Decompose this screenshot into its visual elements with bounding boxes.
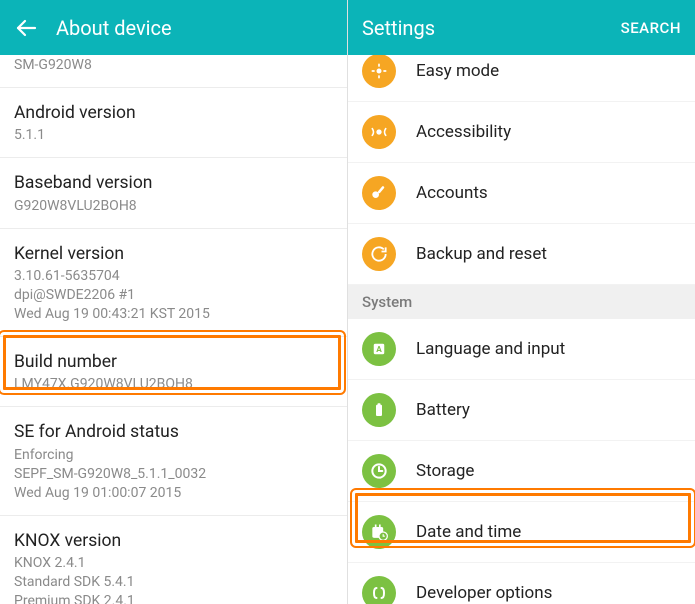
about-device-panel: About device Model number SM-G920W8 Andr… (0, 0, 347, 604)
developer-icon (362, 576, 396, 604)
setting-label: Easy mode (416, 61, 499, 81)
setting-label: Accounts (416, 183, 488, 203)
setting-label: Storage (416, 461, 474, 481)
info-kernel-version[interactable]: Kernel version 3.10.61-5635704 dpi@SWDE2… (0, 229, 347, 337)
row-battery[interactable]: Battery (348, 380, 695, 441)
about-title: About device (56, 16, 333, 40)
section-system: System (348, 285, 695, 319)
row-date-time[interactable]: Date and time (348, 502, 695, 563)
storage-icon (362, 454, 396, 488)
back-icon[interactable] (14, 16, 38, 40)
info-sub: G920W8VLU2BOH8 (14, 197, 333, 216)
svg-text:A: A (376, 345, 382, 355)
info-title: Kernel version (14, 243, 333, 267)
info-android-version[interactable]: Android version 5.1.1 (0, 88, 347, 159)
info-model-number[interactable]: Model number SM-G920W8 (0, 55, 347, 88)
about-header: About device (0, 0, 347, 55)
setting-label: Backup and reset (416, 244, 547, 264)
row-backup-reset[interactable]: Backup and reset (348, 224, 695, 285)
setting-label: Date and time (416, 522, 521, 542)
date-time-icon (362, 515, 396, 549)
info-build-number[interactable]: Build number LMY47X.G920W8VLU2BOH8 (0, 337, 347, 408)
info-title: Baseband version (14, 172, 333, 196)
info-sub: LMY47X.G920W8VLU2BOH8 (14, 375, 333, 394)
easy-mode-icon (362, 55, 396, 88)
info-title: Android version (14, 102, 333, 126)
settings-header: Settings SEARCH (348, 0, 695, 55)
setting-label: Accessibility (416, 122, 511, 142)
info-title: KNOX version (14, 530, 333, 554)
settings-title: Settings (362, 16, 621, 40)
battery-icon (362, 393, 396, 427)
info-sub: Enforcing SEPF_SM-G920W8_5.1.1_0032 Wed … (14, 446, 333, 503)
row-accessibility[interactable]: Accessibility (348, 102, 695, 163)
accessibility-icon (362, 115, 396, 149)
info-sub: 3.10.61-5635704 dpi@SWDE2206 #1 Wed Aug … (14, 267, 333, 324)
info-title: Build number (14, 351, 333, 375)
info-baseband-version[interactable]: Baseband version G920W8VLU2BOH8 (0, 158, 347, 229)
row-developer-options[interactable]: Developer options (348, 563, 695, 604)
setting-label: Developer options (416, 583, 552, 603)
setting-label: Battery (416, 400, 470, 420)
info-knox-version[interactable]: KNOX version KNOX 2.4.1 Standard SDK 5.4… (0, 516, 347, 604)
info-sub: SM-G920W8 (14, 56, 333, 75)
info-sub: KNOX 2.4.1 Standard SDK 5.4.1 Premium SD… (14, 554, 333, 604)
language-icon: A (362, 332, 396, 366)
settings-scroll[interactable]: Easy mode Accessibility Accounts Backup … (348, 55, 695, 604)
search-button[interactable]: SEARCH (621, 19, 681, 37)
accounts-icon (362, 176, 396, 210)
info-sub: 5.1.1 (14, 126, 333, 145)
row-accounts[interactable]: Accounts (348, 163, 695, 224)
backup-icon (362, 237, 396, 271)
about-scroll[interactable]: Model number SM-G920W8 Android version 5… (0, 55, 347, 604)
info-title: SE for Android status (14, 421, 333, 445)
settings-panel: Settings SEARCH Easy mode Accessibility (347, 0, 695, 604)
setting-label: Language and input (416, 339, 565, 359)
row-easy-mode[interactable]: Easy mode (348, 55, 695, 102)
info-se-android-status[interactable]: SE for Android status Enforcing SEPF_SM-… (0, 407, 347, 515)
row-language-input[interactable]: A Language and input (348, 319, 695, 380)
row-storage[interactable]: Storage (348, 441, 695, 502)
